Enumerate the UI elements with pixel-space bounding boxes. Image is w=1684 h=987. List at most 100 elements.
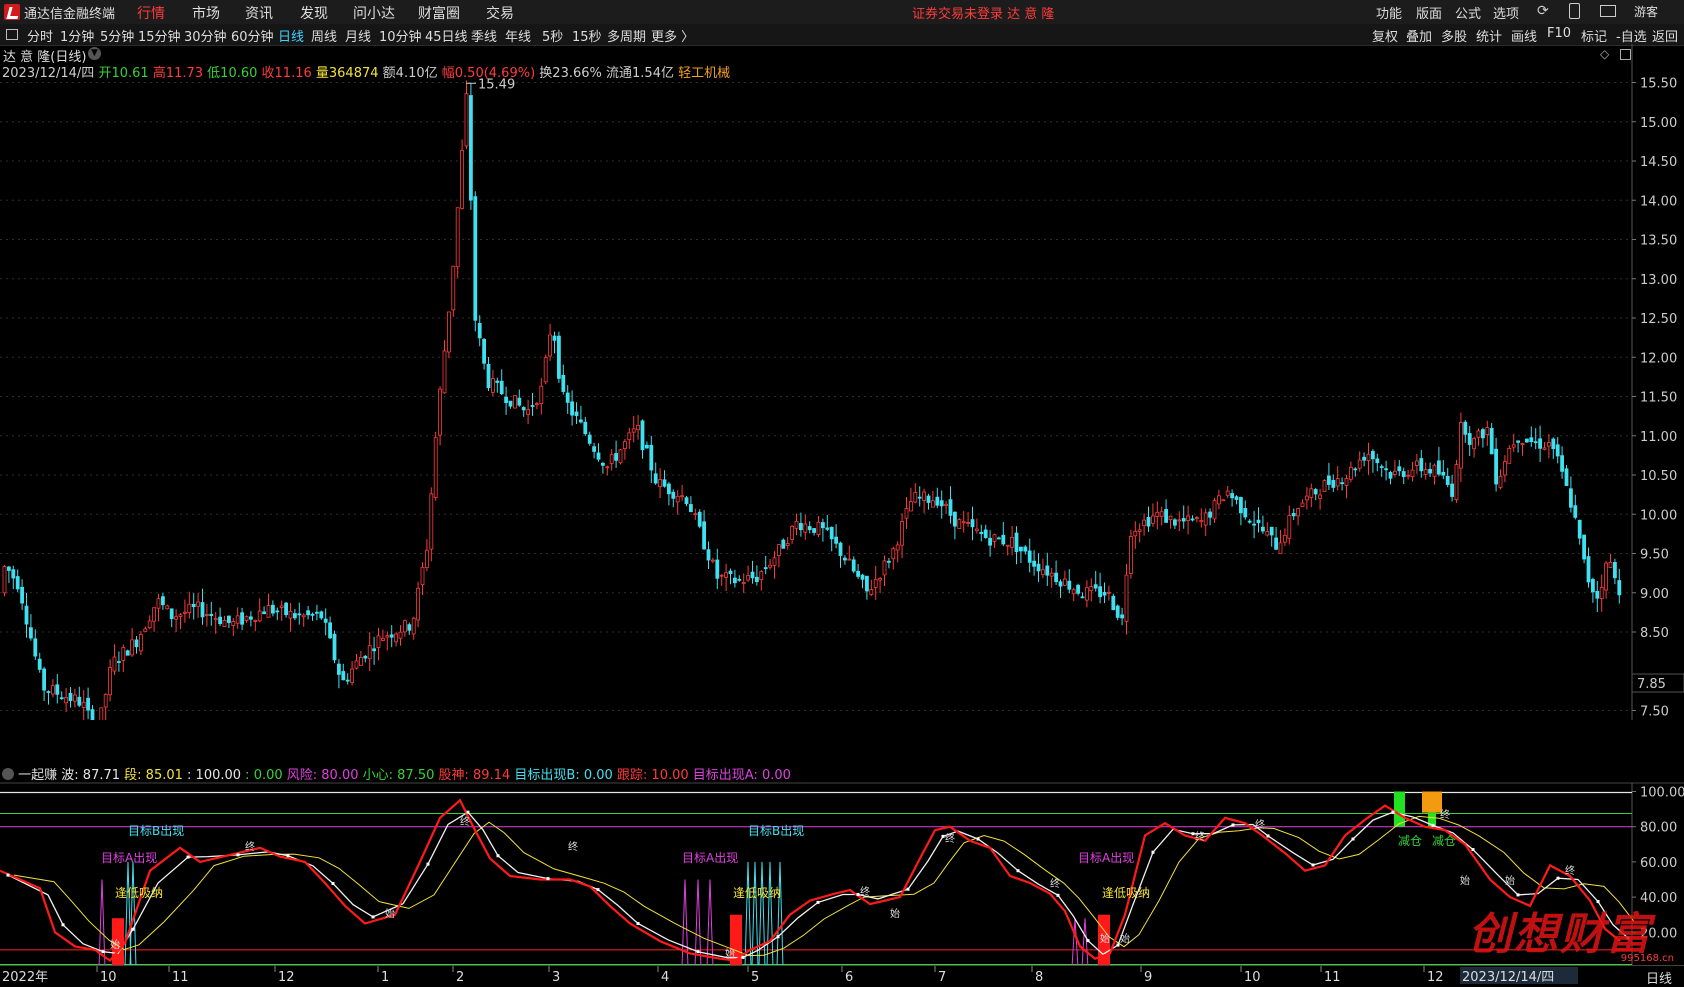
wave-dot	[1556, 876, 1560, 880]
wave-dot	[976, 837, 980, 841]
sidebar-toggle-icon[interactable]	[6, 29, 18, 40]
candle-down-body	[1516, 440, 1520, 443]
candle-up-body	[1186, 515, 1190, 521]
candle-up-body	[1406, 474, 1410, 477]
message-icon[interactable]	[1600, 5, 1616, 17]
period-more[interactable]: 更多 〉	[651, 26, 694, 45]
menu-news[interactable]: 资讯	[245, 3, 273, 23]
candle-down-body	[851, 559, 856, 572]
period-1min[interactable]: 1分钟	[60, 26, 94, 45]
candle-up-body	[1459, 422, 1463, 469]
candlestick-chart[interactable]: 15.50 15.00 14.50 14.00 13.50 13.00 12.50 12.00…	[0, 0, 1684, 720]
menu-trade[interactable]: 交易	[486, 3, 514, 23]
candle-up-body	[1511, 444, 1516, 448]
wave-dot	[1191, 832, 1195, 836]
start-marker: 始	[1505, 874, 1515, 887]
candle-up-body	[1107, 591, 1111, 594]
candle-up-body	[358, 656, 363, 667]
indicator-chart[interactable]: 100.0080.0060.0040.0020.00目标B出现目标A出现逢低吸纳…	[0, 0, 1684, 985]
period-multi[interactable]: 多周期	[607, 26, 646, 45]
period-5min[interactable]: 5分钟	[100, 26, 134, 45]
wave-dot	[1266, 834, 1270, 838]
candle-down-body	[737, 578, 742, 581]
candle-up-body	[891, 548, 896, 560]
phone-icon[interactable]	[1569, 3, 1580, 19]
candle-down-body	[583, 421, 588, 435]
candle-up-body	[803, 523, 808, 533]
candle-up-body	[433, 437, 438, 498]
candle-up-body	[490, 378, 495, 393]
candle-up-body	[1410, 469, 1415, 478]
back-button[interactable]: 返回	[1652, 26, 1678, 45]
period-10min[interactable]: 10分钟	[379, 26, 422, 45]
statistics-button[interactable]: 统计	[1476, 26, 1502, 45]
wave-dot	[1311, 863, 1315, 867]
candle-down-body	[292, 613, 297, 619]
window-maximize-icon[interactable]	[1620, 49, 1631, 60]
period-60min[interactable]: 60分钟	[231, 26, 274, 45]
end-marker: 终	[1565, 864, 1575, 877]
candle-down-body	[55, 684, 60, 695]
candle-down-body	[1313, 489, 1318, 495]
target-a-spike	[98, 879, 106, 968]
candle-down-body	[125, 650, 130, 656]
candle-down-body	[1093, 584, 1098, 589]
period-daily[interactable]: 日线	[278, 26, 304, 45]
window-restore-icon[interactable]: ◇	[1600, 47, 1609, 61]
period-45day[interactable]: 45日线	[425, 26, 468, 45]
indicator-collapse-icon[interactable]	[2, 768, 14, 780]
period-monthly[interactable]: 月线	[345, 26, 371, 45]
multi-stock-button[interactable]: 多股	[1441, 26, 1467, 45]
candle-up-body	[1168, 515, 1173, 521]
period-30min[interactable]: 30分钟	[184, 26, 227, 45]
candle-up-body	[957, 519, 962, 529]
menu-options[interactable]: 选项	[1493, 3, 1519, 22]
candle-down-body	[517, 397, 522, 406]
user-name[interactable]: 游客	[1634, 3, 1658, 20]
menu-discover[interactable]: 发现	[300, 3, 328, 23]
period-weekly[interactable]: 周线	[311, 26, 337, 45]
candle-up-body	[103, 693, 108, 708]
overlay-button[interactable]: 叠加	[1406, 26, 1432, 45]
menu-formula[interactable]: 公式	[1455, 3, 1481, 22]
segment-line	[13, 815, 1635, 957]
candle-down-body	[68, 692, 73, 701]
candle-up-body	[1432, 464, 1437, 477]
mark-button[interactable]: 标记	[1581, 26, 1607, 45]
chevron-down-icon[interactable]: ▼	[88, 47, 101, 60]
indicator-value: 目标出现A: 0.00	[688, 768, 791, 783]
watchlist-button[interactable]: -自选	[1616, 26, 1647, 45]
time-axis-period[interactable]: 日线	[1646, 968, 1672, 987]
price-tick-label: 11.00	[1640, 430, 1677, 445]
candle-up-body	[350, 668, 355, 684]
candle-up-body	[244, 616, 249, 621]
draw-line-button[interactable]: 画线	[1511, 26, 1537, 45]
candle-down-body	[1595, 590, 1600, 599]
candle-down-body	[997, 537, 1001, 540]
candle-up-body	[112, 656, 117, 672]
candle-up-body	[402, 620, 407, 633]
candle-down-body	[728, 570, 733, 575]
menu-layout[interactable]: 版面	[1416, 3, 1442, 22]
menu-ask-xiaoda[interactable]: 问小达	[353, 3, 395, 23]
menu-function[interactable]: 功能	[1376, 3, 1402, 22]
candle-up-body	[253, 620, 258, 622]
price-tick-label: 15.00	[1640, 116, 1677, 131]
menu-quotes[interactable]: 行情	[137, 3, 165, 23]
period-yearly[interactable]: 年线	[505, 26, 531, 45]
period-5sec[interactable]: 5秒	[542, 26, 563, 45]
candle-up-body	[187, 603, 192, 614]
adjust-button[interactable]: 复权	[1372, 26, 1398, 45]
refresh-icon[interactable]: ⟳	[1537, 3, 1549, 19]
menu-wealth-circle[interactable]: 财富圈	[418, 3, 460, 23]
menu-market[interactable]: 市场	[192, 3, 220, 23]
info-sector[interactable]: 轻工机械	[678, 66, 730, 81]
period-quarter[interactable]: 季线	[471, 26, 497, 45]
f10-button[interactable]: F10	[1547, 26, 1571, 41]
candle-up-body	[1454, 464, 1459, 501]
period-15min[interactable]: 15分钟	[138, 26, 181, 45]
period-timeshare[interactable]: 分时	[27, 26, 53, 45]
candle-up-body	[847, 558, 852, 561]
period-15sec[interactable]: 15秒	[572, 26, 602, 45]
candle-down-body	[1481, 429, 1485, 439]
